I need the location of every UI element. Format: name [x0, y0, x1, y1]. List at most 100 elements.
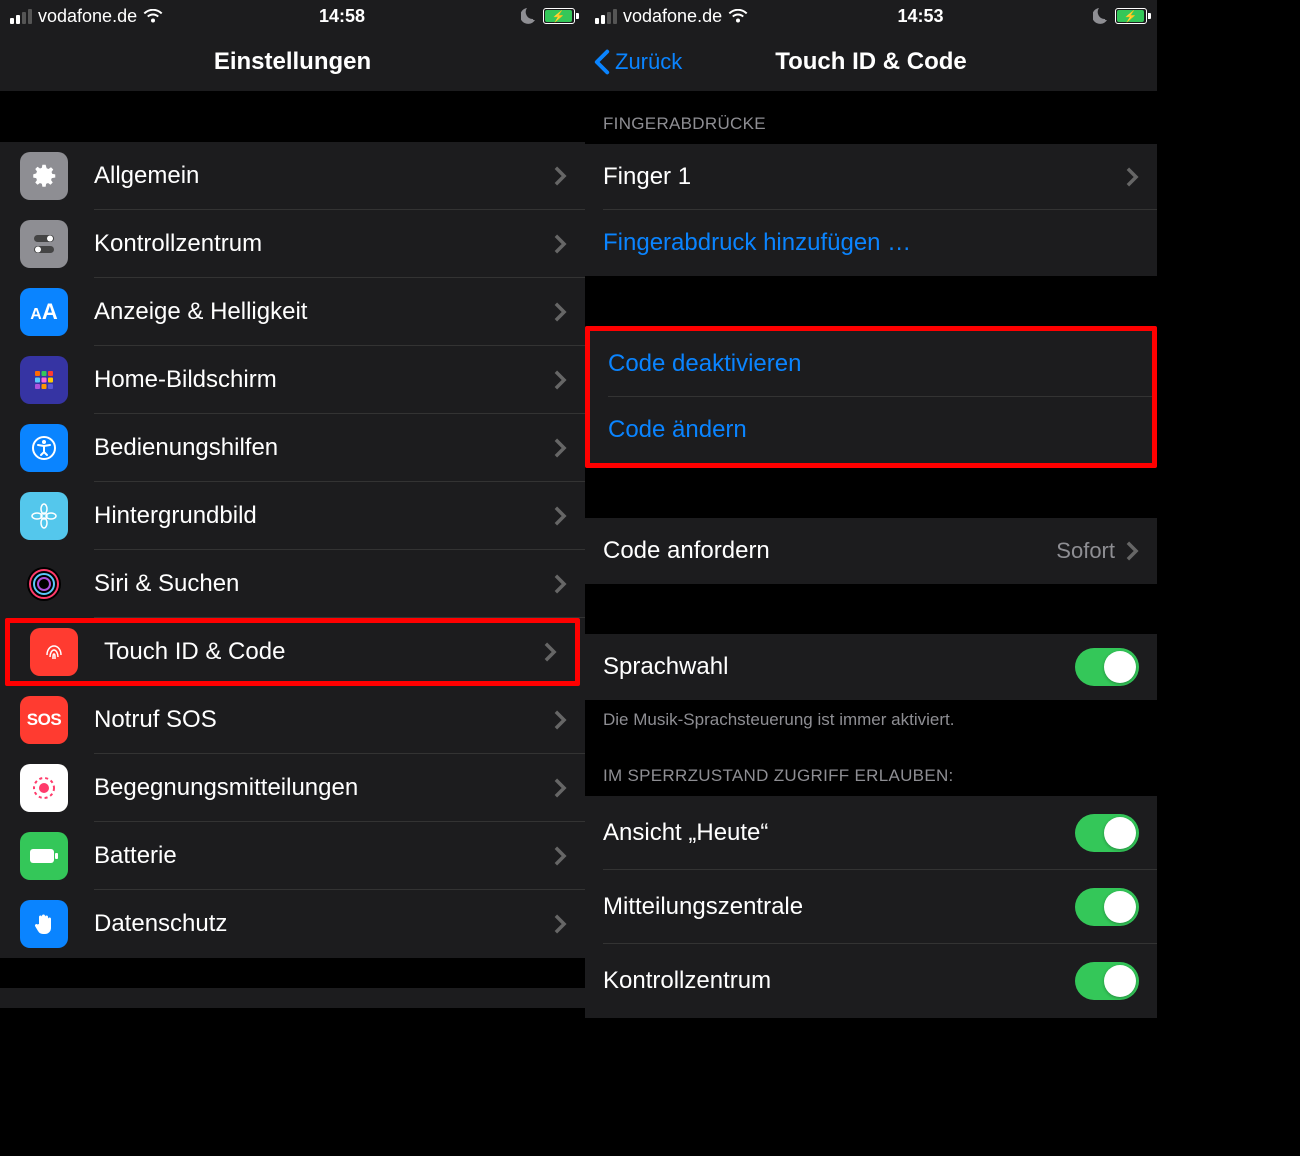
row-label: Mitteilungszentrale [603, 893, 1075, 921]
chevron-right-icon [553, 573, 567, 595]
highlight-touchid: Touch ID & Code [5, 618, 580, 686]
row-label: Finger 1 [603, 163, 1125, 191]
chevron-right-icon [553, 233, 567, 255]
row-label: Siri & Suchen [94, 570, 553, 598]
touchid-content[interactable]: FINGERABDRÜCKE Finger 1 Fingerabdruck hi… [585, 92, 1157, 1156]
row-today[interactable]: Ansicht „Heute“ [585, 796, 1157, 870]
settings-list[interactable]: Allgemein Kontrollzentrum AA Anzeige & H… [0, 92, 585, 1156]
sos-icon: SOS [20, 696, 68, 744]
row-display[interactable]: AA Anzeige & Helligkeit [0, 278, 585, 346]
signal-icon [10, 9, 32, 24]
row-wallpaper[interactable]: Hintergrundbild [0, 482, 585, 550]
statusbar-left: vodafone.de 14:58 ⚡ [0, 0, 585, 32]
accessibility-icon [20, 424, 68, 472]
phone-right-touchid: vodafone.de 14:53 ⚡ Zurück Touch ID & Co… [585, 0, 1157, 1156]
row-label: Code ändern [608, 416, 1134, 444]
chevron-right-icon [553, 505, 567, 527]
carrier-label: vodafone.de [38, 6, 137, 27]
back-label: Zurück [615, 49, 682, 75]
page-title: Einstellungen [214, 48, 371, 76]
row-sos[interactable]: SOS Notruf SOS [0, 686, 585, 754]
fingerprint-icon [30, 628, 78, 676]
row-label: Ansicht „Heute“ [603, 819, 1075, 847]
chevron-right-icon [553, 165, 567, 187]
row-siri[interactable]: Siri & Suchen [0, 550, 585, 618]
row-voicedial[interactable]: Sprachwahl [585, 634, 1157, 700]
row-label: Allgemein [94, 162, 553, 190]
chevron-right-icon [553, 437, 567, 459]
footer-voicedial: Die Musik-Sprachsteuerung ist immer akti… [585, 700, 1157, 748]
row-label: Begegnungsmitteilungen [94, 774, 553, 802]
gear-icon [20, 152, 68, 200]
toggle-switch[interactable] [1075, 962, 1139, 1000]
battery-icon: ⚡ [1115, 8, 1147, 24]
moon-icon [1093, 8, 1109, 24]
row-touchid[interactable]: Touch ID & Code [10, 623, 575, 681]
back-button[interactable]: Zurück [593, 49, 682, 75]
wifi-icon [143, 9, 163, 24]
row-label: Anzeige & Helligkeit [94, 298, 553, 326]
row-label: Touch ID & Code [104, 638, 543, 666]
aa-icon: AA [20, 288, 68, 336]
row-control-center[interactable]: Kontrollzentrum [0, 210, 585, 278]
statusbar-left-group: vodafone.de [10, 6, 163, 27]
row-label: Home-Bildschirm [94, 366, 553, 394]
row-value: Sofort [1056, 538, 1115, 564]
row-label: Fingerabdruck hinzufügen … [603, 229, 1139, 257]
row-label: Notruf SOS [94, 706, 553, 734]
clock-label: 14:53 [898, 6, 944, 27]
signal-icon [595, 9, 617, 24]
row-label: Kontrollzentrum [603, 967, 1075, 995]
toggle-switch[interactable] [1075, 888, 1139, 926]
row-label: Code anfordern [603, 537, 1056, 565]
chevron-right-icon [1125, 540, 1139, 562]
row-home-screen[interactable]: Home-Bildschirm [0, 346, 585, 414]
statusbar-right-group: ⚡ [521, 8, 575, 24]
list-spacer [585, 92, 1157, 106]
moon-icon [521, 8, 537, 24]
battery-icon: ⚡ [543, 8, 575, 24]
row-label: Hintergrundbild [94, 502, 553, 530]
toggle-switch[interactable] [1075, 648, 1139, 686]
row-label: Batterie [94, 842, 553, 870]
chevron-right-icon [553, 845, 567, 867]
navbar-left: Einstellungen [0, 32, 585, 92]
row-control-center[interactable]: Kontrollzentrum [585, 944, 1157, 1018]
toggle-switch[interactable] [1075, 814, 1139, 852]
section-lock: IM SPERRZUSTAND ZUGRIFF ERLAUBEN: [585, 748, 1157, 796]
wifi-icon [728, 9, 748, 24]
statusbar-right: vodafone.de 14:53 ⚡ [585, 0, 1157, 32]
row-label: Bedienungshilfen [94, 434, 553, 462]
grid-icon [20, 356, 68, 404]
row-code-deactivate[interactable]: Code deaktivieren [590, 331, 1152, 397]
chevron-right-icon [553, 369, 567, 391]
statusbar-left-group: vodafone.de [595, 6, 748, 27]
chevron-right-icon [553, 709, 567, 731]
chevron-right-icon [553, 777, 567, 799]
page-title: Touch ID & Code [775, 48, 967, 76]
row-exposure[interactable]: Begegnungsmitteilungen [0, 754, 585, 822]
row-code-require[interactable]: Code anfordern Sofort [585, 518, 1157, 584]
row-privacy[interactable]: Datenschutz [0, 890, 585, 958]
row-battery[interactable]: Batterie [0, 822, 585, 890]
row-code-change[interactable]: Code ändern [590, 397, 1152, 463]
row-general[interactable]: Allgemein [0, 142, 585, 210]
flower-icon [20, 492, 68, 540]
row-label: Kontrollzentrum [94, 230, 553, 258]
hand-icon [20, 900, 68, 948]
list-spacer [0, 92, 585, 142]
row-add-fingerprint[interactable]: Fingerabdruck hinzufügen … [585, 210, 1157, 276]
chevron-right-icon [543, 641, 557, 663]
carrier-label: vodafone.de [623, 6, 722, 27]
navbar-right: Zurück Touch ID & Code [585, 32, 1157, 92]
row-label: Sprachwahl [603, 653, 1075, 681]
row-label: Datenschutz [94, 910, 553, 938]
row-accessibility[interactable]: Bedienungshilfen [0, 414, 585, 482]
siri-icon [20, 560, 68, 608]
toggle-icon [20, 220, 68, 268]
row-notifications[interactable]: Mitteilungszentrale [585, 870, 1157, 944]
battery-row-icon [20, 832, 68, 880]
chevron-right-icon [553, 301, 567, 323]
row-finger1[interactable]: Finger 1 [585, 144, 1157, 210]
phone-left-settings: vodafone.de 14:58 ⚡ Einstellungen Allgem… [0, 0, 585, 1156]
